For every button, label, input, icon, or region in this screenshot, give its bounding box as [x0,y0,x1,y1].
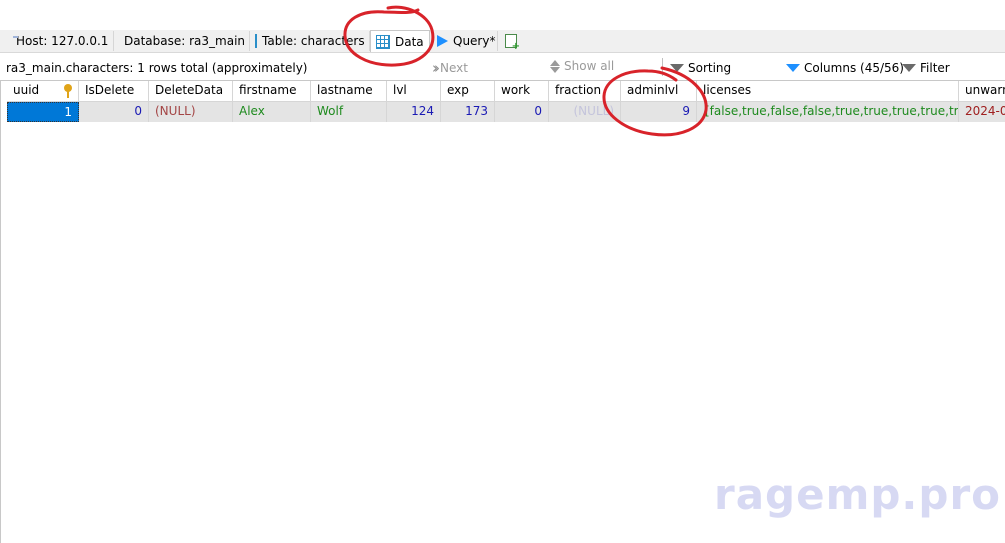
sort-triangle-icon [670,64,684,72]
tab-data-label: Data [395,34,424,49]
up-down-arrows-icon [550,59,560,73]
data-toolbar: ra3_main.characters: 1 rows total (appro… [0,58,1005,78]
column-header-label: adminlvl [627,83,679,97]
column-header-label: unwarn [965,83,1005,97]
column-header-licenses[interactable]: licenses [697,81,959,102]
columns-label: Columns (45/56) [804,61,904,75]
title-strip [0,0,1005,30]
cell-firstname[interactable]: Alex [233,102,311,122]
show-all-label: Show all [564,59,615,73]
cell-unwarn[interactable]: 2024-0 [959,102,1005,122]
tab-table-label: Table: characters [262,34,365,48]
tab-database-label: Database: ra3_main [124,34,246,48]
filter-label: Filter [920,61,950,75]
cell-adminlvl[interactable]: 9 [621,102,697,122]
cell-work[interactable]: 0 [495,102,549,122]
column-header-isdelete[interactable]: IsDelete [79,81,149,102]
cell-lvl[interactable]: 124 [387,102,441,122]
column-header-firstname[interactable]: firstname [233,81,311,102]
column-header-unwarn[interactable]: unwarn [959,81,1005,102]
column-header-label: DeleteData [155,83,224,97]
data-grid-icon [376,34,390,49]
tab-host[interactable]: Host: 127.0.0.1 [6,31,114,51]
tab-query[interactable]: Query* [432,31,498,51]
sorting-button[interactable]: Sorting [670,61,731,75]
column-header-adminlvl[interactable]: adminlvl [621,81,697,102]
tab-query-label: Query* [453,34,496,48]
tab-host-label: Host: 127.0.0.1 [16,34,109,48]
double-chevron-right-icon: ›› [432,59,440,77]
cell-fraction[interactable]: (NULL) [549,102,621,122]
column-header-label: fraction [555,83,602,97]
table-icon [255,34,257,48]
next-button[interactable]: ›› Next [432,59,468,77]
cell-isdelete[interactable]: 0 [79,102,149,122]
column-header-label: firstname [239,83,297,97]
show-all-button[interactable]: Show all [550,59,614,73]
columns-triangle-icon [786,64,800,72]
column-header-lvl[interactable]: lvl [387,81,441,102]
column-header-label: uuid [13,83,40,97]
sorting-label: Sorting [688,61,732,75]
tab-database[interactable]: Database: ra3_main [114,31,250,51]
watermark-text: ragemp.pro [714,470,1002,519]
cell-uuid[interactable]: 1 [7,102,79,122]
column-header-label: licenses [703,83,752,97]
column-header-exp[interactable]: exp [441,81,495,102]
row-count-status: ra3_main.characters: 1 rows total (appro… [6,61,308,75]
toolbar-separator [662,58,663,76]
cell-licenses[interactable]: [false,true,false,false,true,true,true,t… [697,102,959,122]
filter-button[interactable]: Filter [902,61,950,75]
column-header-lastname[interactable]: lastname [311,81,387,102]
column-header-label: work [501,83,531,97]
new-query-tab-button[interactable] [500,31,524,52]
column-header-label: lastname [317,83,373,97]
play-icon [437,35,448,47]
column-header-fraction[interactable]: fraction [549,81,621,102]
new-query-icon [505,34,520,52]
cell-deletedata[interactable]: (NULL) [149,102,233,122]
cell-exp[interactable]: 173 [441,102,495,122]
next-label: Next [440,61,468,75]
column-header-work[interactable]: work [495,81,549,102]
tab-data[interactable]: Data [370,30,430,52]
column-header-label: exp [447,83,469,97]
column-header-uuid[interactable]: uuid [7,81,79,102]
column-header-deletedata[interactable]: DeleteData [149,81,233,102]
primary-key-icon [64,84,72,98]
columns-button[interactable]: Columns (45/56) [786,61,904,75]
column-header-label: lvl [393,83,407,97]
tab-bar: Host: 127.0.0.1 Database: ra3_main Table… [0,30,1005,53]
cell-lastname[interactable]: Wolf [311,102,387,122]
filter-triangle-icon [902,64,916,72]
tab-table[interactable]: Table: characters [250,31,370,51]
column-header-label: IsDelete [85,83,135,97]
